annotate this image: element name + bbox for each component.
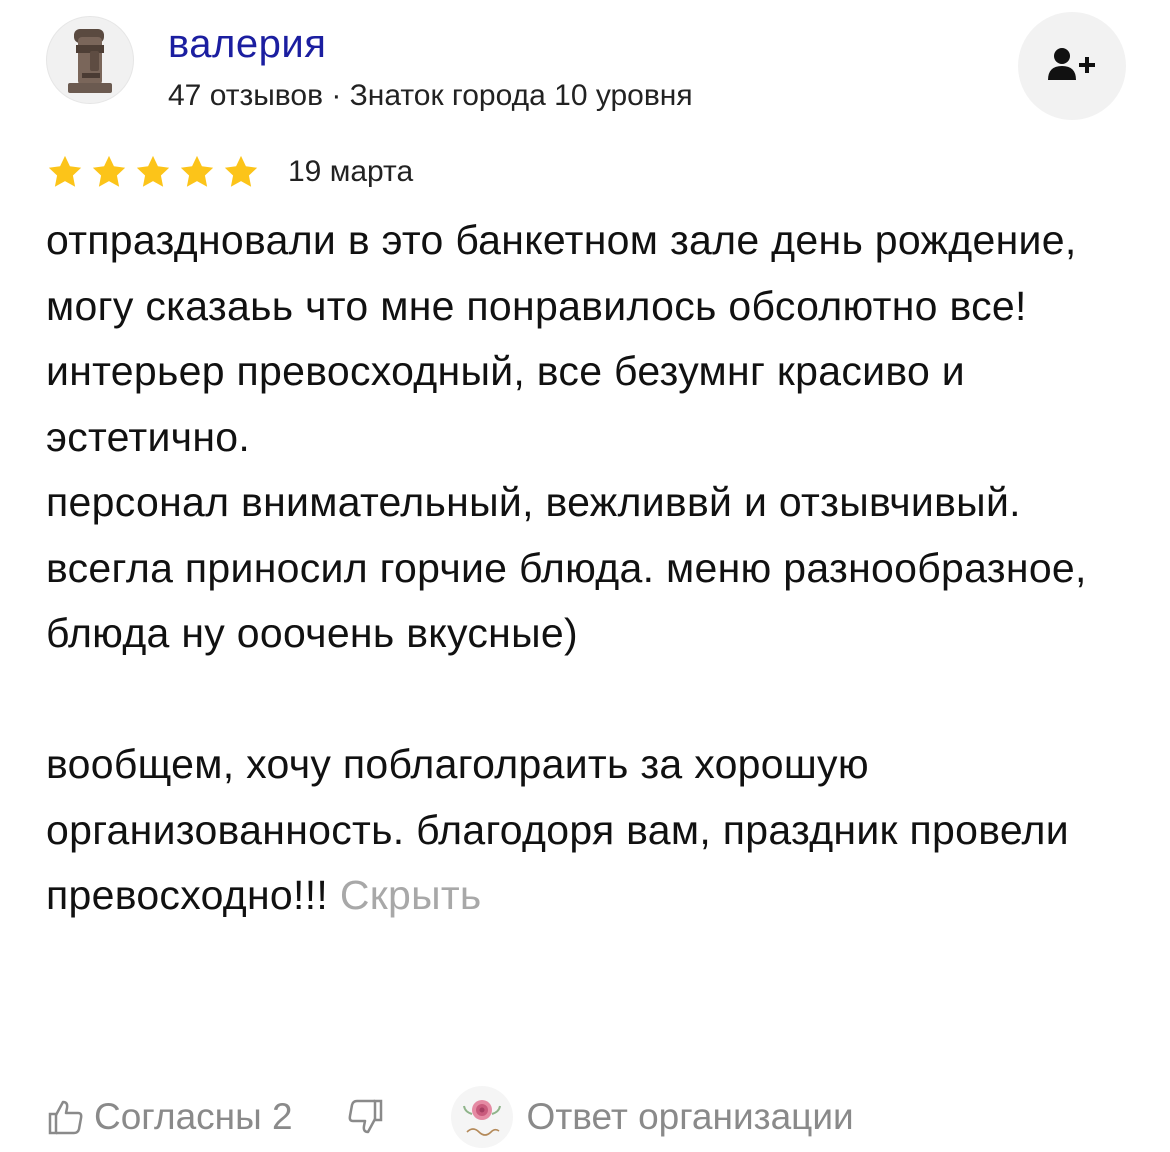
moai-avatar-icon <box>68 29 112 93</box>
org-reply-label: Ответ организации <box>526 1096 854 1137</box>
star-icon <box>224 155 258 187</box>
subscribe-button[interactable] <box>1018 12 1126 120</box>
thumbs-down-icon <box>348 1099 382 1134</box>
collapse-link[interactable]: Скрыть <box>340 872 482 918</box>
star-icon <box>48 155 82 187</box>
review-date: 19 марта <box>288 155 414 188</box>
org-logo <box>450 1086 513 1148</box>
like-label: Согласны 2 <box>94 1096 293 1137</box>
review-header: валерия 47 отзывов · Знаток города 10 ур… <box>46 12 1126 126</box>
rating-row: 19 марта <box>46 152 413 192</box>
star-icon <box>92 155 126 187</box>
review-text: отпраздновали в это банкетном зале день … <box>46 208 1136 929</box>
star-icon <box>136 155 170 187</box>
dislike-button[interactable] <box>345 1097 385 1137</box>
org-reply-button[interactable]: Ответ организации <box>450 1086 854 1148</box>
author-name[interactable]: валерия <box>168 20 326 68</box>
author-avatar[interactable] <box>46 16 134 104</box>
thumbs-up-icon <box>48 1100 83 1135</box>
rating-stars <box>46 153 260 191</box>
review-body: отпраздновали в это банкетном зале день … <box>46 217 1087 918</box>
author-meta: 47 отзывов · Знаток города 10 уровня <box>168 79 693 112</box>
add-user-icon <box>1048 48 1095 80</box>
review-footer: Согласны 2 Ответ организации <box>46 1084 1146 1150</box>
star-icon <box>180 155 214 187</box>
rose-logo-icon <box>462 1100 501 1136</box>
like-button[interactable]: Согласны 2 <box>46 1096 293 1138</box>
